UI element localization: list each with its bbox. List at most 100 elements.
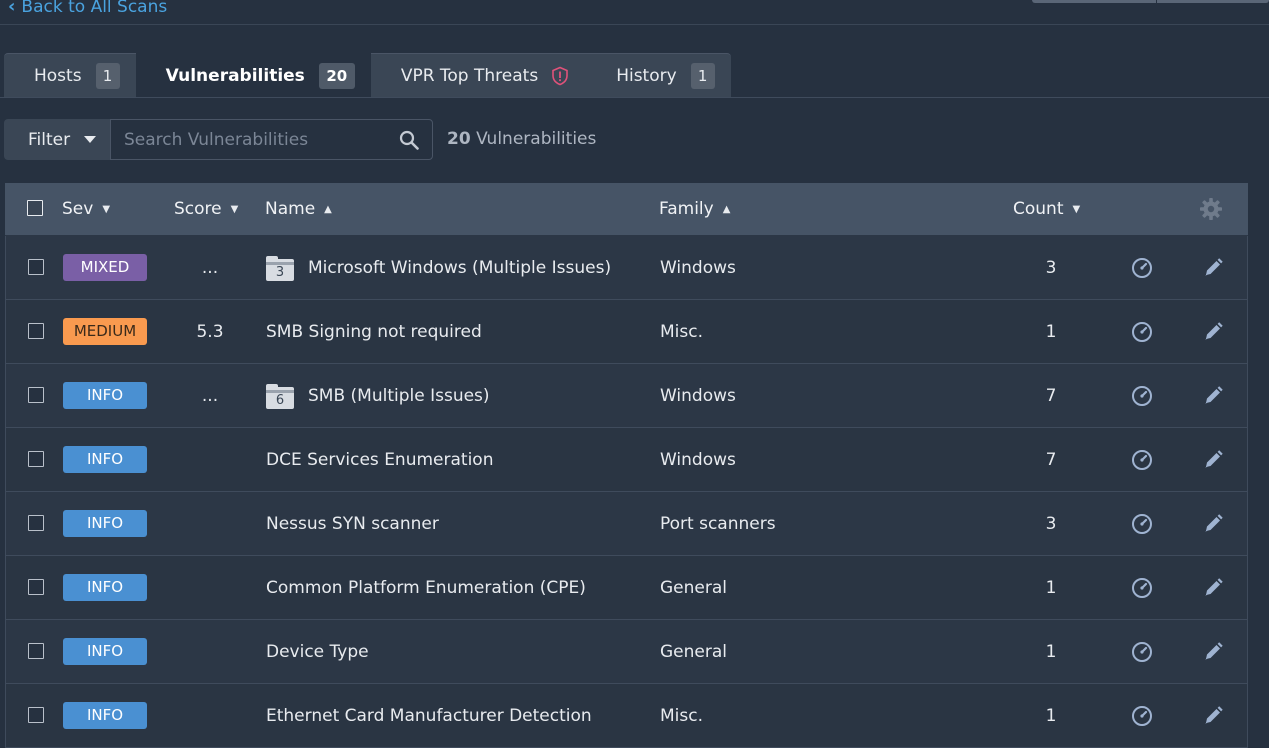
vulnerability-name: Nessus SYN scanner: [266, 514, 439, 534]
family-cell: Windows: [660, 258, 736, 278]
family-cell: General: [660, 578, 727, 598]
gauge-icon[interactable]: [1130, 640, 1154, 664]
top-right-tab-strip[interactable]: [1032, 0, 1269, 3]
group-count: 3: [275, 264, 285, 280]
gauge-icon[interactable]: [1130, 384, 1154, 408]
count-cell: 3: [1045, 514, 1057, 534]
tab-history[interactable]: History 1: [586, 53, 731, 97]
folder-icon: 6: [266, 383, 294, 409]
severity-badge: INFO: [63, 702, 147, 729]
search-icon[interactable]: [399, 130, 419, 150]
table-row[interactable]: INFO Common Platform Enumeration (CPE) Gen…: [5, 556, 1248, 620]
name-cell[interactable]: SMB Signing not required: [266, 300, 482, 364]
column-header-family[interactable]: Family ▲: [659, 183, 730, 235]
pencil-icon[interactable]: [1201, 320, 1225, 344]
caret-down-icon: [84, 136, 97, 143]
name-cell[interactable]: 3 Microsoft Windows (Multiple Issues): [266, 236, 611, 300]
tab-count-badge: 1: [95, 62, 120, 89]
family-cell: Windows: [660, 386, 736, 406]
vulnerability-name: DCE Services Enumeration: [266, 450, 494, 470]
shield-alert-icon: [552, 66, 568, 85]
table-row[interactable]: INFO DCE Services Enumeration Windows 7: [5, 428, 1248, 492]
table-row[interactable]: INFO... 6 SMB (Multiple Issues) Windows 7: [5, 364, 1248, 428]
select-all-checkbox[interactable]: [27, 200, 43, 216]
gauge-icon[interactable]: [1130, 256, 1154, 280]
tab-label: Vulnerabilities: [165, 65, 305, 86]
column-header-name[interactable]: Name ▲: [265, 183, 332, 235]
search-input[interactable]: [111, 128, 396, 151]
results-count-label: Vulnerabilities: [476, 129, 597, 149]
back-link-label: Back to All Scans: [21, 0, 168, 17]
pencil-icon[interactable]: [1201, 256, 1225, 280]
score-cell: [176, 620, 244, 684]
gauge-icon[interactable]: [1130, 512, 1154, 536]
tab-count-badge: 20: [318, 62, 355, 89]
pencil-icon[interactable]: [1201, 704, 1225, 728]
tab-count-badge: 1: [690, 62, 715, 89]
severity-badge: MIXED: [63, 254, 147, 281]
name-cell[interactable]: 6 SMB (Multiple Issues): [266, 364, 490, 428]
severity-badge: MEDIUM: [63, 318, 147, 345]
count-cell: 1: [1045, 578, 1057, 598]
count-cell: 7: [1045, 386, 1057, 406]
gear-icon[interactable]: [1199, 197, 1223, 221]
column-label: Score: [174, 199, 222, 219]
tab-label: VPR Top Threats: [400, 65, 539, 86]
column-label: Name: [265, 199, 316, 219]
gauge-icon[interactable]: [1130, 704, 1154, 728]
vulnerability-name: Microsoft Windows (Multiple Issues): [308, 258, 612, 278]
table-row[interactable]: INFO Nessus SYN scanner Port scanners 3: [5, 492, 1248, 556]
name-cell[interactable]: Ethernet Card Manufacturer Detection: [266, 684, 592, 748]
column-label: Family: [659, 199, 714, 219]
tab-vulnerabilities[interactable]: Vulnerabilities 20: [135, 53, 371, 98]
sort-down-icon: ▼: [102, 203, 111, 215]
tab-vpr-top-threats[interactable]: VPR Top Threats: [370, 53, 587, 97]
gauge-icon[interactable]: [1130, 576, 1154, 600]
row-checkbox[interactable]: [28, 707, 44, 723]
pencil-icon[interactable]: [1201, 576, 1225, 600]
table-row[interactable]: MEDIUM 5.3 SMB Signing not required Misc. 1: [5, 300, 1248, 364]
pencil-icon[interactable]: [1201, 640, 1225, 664]
row-checkbox[interactable]: [28, 451, 44, 467]
filter-button[interactable]: Filter: [4, 119, 110, 160]
name-cell[interactable]: Device Type: [266, 620, 369, 684]
top-bar: ‹ Back to All Scans: [0, 0, 1269, 25]
gauge-icon[interactable]: [1130, 320, 1154, 344]
column-label: Sev: [62, 199, 94, 219]
tab-hosts[interactable]: Hosts 1: [4, 53, 136, 97]
vulnerability-name: Ethernet Card Manufacturer Detection: [266, 706, 592, 726]
tab-label: Hosts: [34, 65, 82, 86]
table-row[interactable]: INFO Device Type General 1: [5, 620, 1248, 684]
sort-down-icon: ▼: [230, 203, 239, 215]
row-checkbox[interactable]: [28, 515, 44, 531]
back-to-all-scans-link[interactable]: ‹ Back to All Scans: [8, 0, 167, 17]
row-checkbox[interactable]: [28, 387, 44, 403]
family-cell: Port scanners: [660, 514, 776, 534]
name-cell[interactable]: Nessus SYN scanner: [266, 492, 439, 556]
pencil-icon[interactable]: [1201, 384, 1225, 408]
row-checkbox[interactable]: [28, 323, 44, 339]
count-cell: 1: [1045, 642, 1057, 662]
pencil-icon[interactable]: [1201, 512, 1225, 536]
family-cell: Misc.: [660, 322, 703, 342]
vulnerability-name: Device Type: [266, 642, 369, 662]
column-header-count[interactable]: Count ▼: [1013, 183, 1080, 235]
name-cell[interactable]: Common Platform Enumeration (CPE): [266, 556, 586, 620]
gauge-icon[interactable]: [1130, 448, 1154, 472]
sort-down-icon: ▼: [1072, 203, 1081, 215]
family-cell: General: [660, 642, 727, 662]
row-checkbox[interactable]: [28, 259, 44, 275]
column-header-score[interactable]: Score ▼: [174, 183, 238, 235]
row-checkbox[interactable]: [28, 643, 44, 659]
table-row[interactable]: MIXED... 3 Microsoft Windows (Multiple Iss…: [5, 236, 1248, 300]
column-header-sev[interactable]: Sev ▼: [62, 183, 110, 235]
family-cell: Windows: [660, 450, 736, 470]
table-row[interactable]: INFO Ethernet Card Manufacturer Detection…: [5, 684, 1248, 748]
pencil-icon[interactable]: [1201, 448, 1225, 472]
vulnerabilities-table: Sev ▼ Score ▼ Name ▲ Family ▲ Count ▼ MI…: [5, 183, 1248, 748]
name-cell[interactable]: DCE Services Enumeration: [266, 428, 493, 492]
results-count: 20 Vulnerabilities: [447, 129, 596, 149]
row-checkbox[interactable]: [28, 579, 44, 595]
sort-up-icon: ▲: [324, 203, 332, 215]
tab-divider: [0, 97, 1269, 98]
